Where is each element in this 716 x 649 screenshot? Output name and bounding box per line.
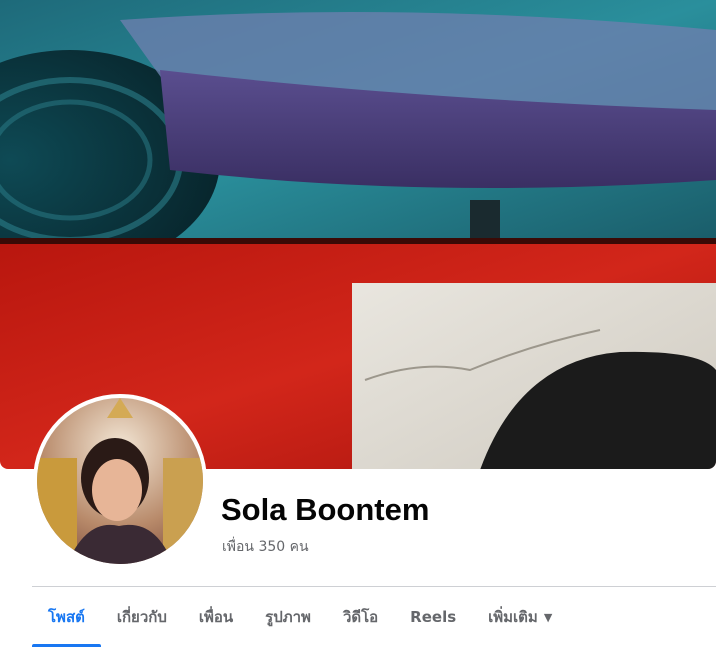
tab-posts[interactable]: โพสต์ <box>32 587 101 647</box>
profile-name[interactable]: Sola Boontem <box>221 492 429 528</box>
tab-posts-label: โพสต์ <box>48 608 85 626</box>
friends-count-link[interactable]: เพื่อน 350 คน <box>222 536 309 558</box>
tab-about-label: เกี่ยวกับ <box>116 608 167 626</box>
tab-more-label: เพิ่มเติม <box>488 608 538 626</box>
tab-about[interactable]: เกี่ยวกับ <box>101 587 183 647</box>
profile-tab-bar: โพสต์ เกี่ยวกับ เพื่อน รูปภาพ วิดีโอ Ree… <box>32 587 568 647</box>
tab-reels[interactable]: Reels <box>394 587 472 647</box>
tab-photos-label: รูปภาพ <box>265 608 311 626</box>
tab-videos[interactable]: วิดีโอ <box>327 587 394 647</box>
tab-photos[interactable]: รูปภาพ <box>249 587 327 647</box>
tab-friends-label: เพื่อน <box>198 608 234 626</box>
tab-reels-label: Reels <box>410 608 457 626</box>
tab-friends[interactable]: เพื่อน <box>183 587 249 647</box>
caret-down-icon: ▼ <box>543 610 553 624</box>
tab-more[interactable]: เพิ่มเติม ▼ <box>472 587 568 647</box>
avatar <box>37 398 203 564</box>
tab-videos-label: วิดีโอ <box>342 608 379 626</box>
profile-picture[interactable] <box>33 394 207 568</box>
